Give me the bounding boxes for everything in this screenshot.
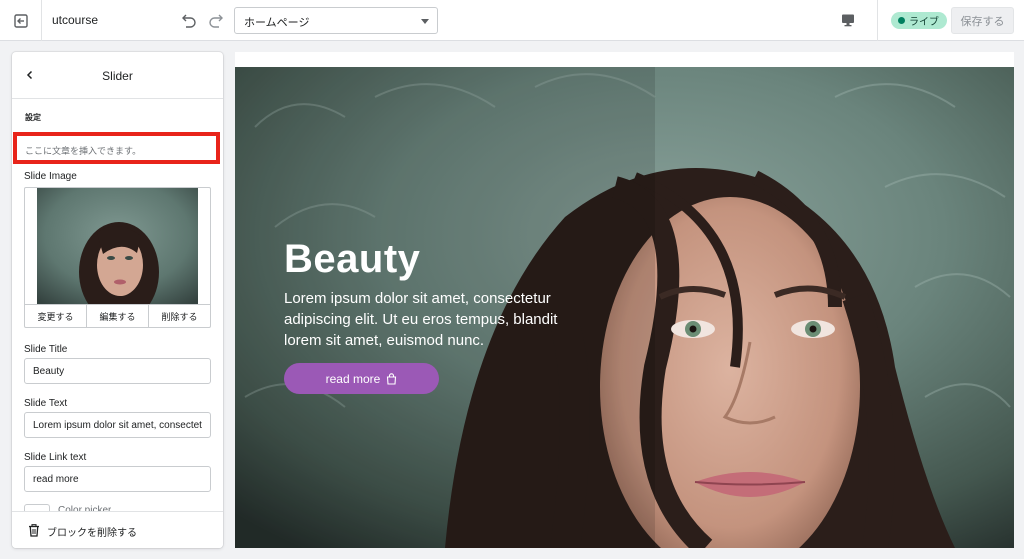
trash-icon [27,523,41,537]
redo-button[interactable] [205,9,227,31]
edit-image-button[interactable]: 編集する [87,305,149,328]
editor-topbar: utcourse ホームページ ライブ 保存する [0,0,1024,41]
hero-text: Lorem ipsum dolor sit amet, consectetur … [284,290,558,349]
delete-block-label: ブロックを削除する [47,528,137,539]
slide-link-input[interactable] [25,467,210,491]
shopping-bag-icon [387,372,397,385]
hero-title: Beauty [284,237,421,281]
desktop-icon [842,14,854,27]
chevron-down-icon [421,19,429,24]
topbar-divider [877,0,878,41]
exit-button[interactable] [0,0,42,41]
delete-block-button[interactable]: ブロックを削除する [12,511,223,548]
slide-title-label: Slide Title [24,344,68,355]
slide-text-field[interactable] [24,412,211,438]
store-preview: Beauty Lorem ipsum dolor sit amet, conse… [235,52,1014,548]
settings-sidebar: Slider 設定 ここに文章を挿入できます。 Slide Image 変更する… [12,52,223,548]
image-actions: 変更する 編集する 削除する [25,304,210,328]
text-insert-area[interactable]: ここに文章を挿入できます。 [13,132,220,164]
slide-title-field[interactable] [24,358,211,384]
slide-link-label: Slide Link text [24,452,87,463]
sidebar-title: Slider [102,69,133,83]
save-button[interactable]: 保存する [951,7,1014,34]
slide-image-thumbnail[interactable] [37,188,198,305]
slide-text-input[interactable] [25,413,210,437]
settings-section-label: 設定 [25,113,41,122]
live-status-badge: ライブ [891,12,947,29]
page-selector-value: ホームページ [244,17,310,29]
exit-icon [13,13,28,28]
slide-link-field[interactable] [24,466,211,492]
hero-read-more-button[interactable]: read more [284,363,439,394]
remove-image-button[interactable]: 削除する [149,305,210,328]
slide-text-label: Slide Text [24,398,68,409]
device-preview-button[interactable] [836,9,860,31]
sidebar-header: Slider [12,52,223,99]
store-name: utcourse [52,13,99,27]
text-insert-placeholder: ここに文章を挿入できます。 [25,146,142,156]
change-image-button[interactable]: 変更する [25,305,87,328]
slide-title-input[interactable] [25,359,210,383]
live-status-label: ライブ [909,17,939,28]
slide-image-picker: 変更する 編集する 削除する [24,187,211,328]
hero-slide: Beauty Lorem ipsum dolor sit amet, conse… [235,67,1014,548]
undo-button[interactable] [178,9,200,31]
redo-icon [209,14,223,28]
page-selector[interactable]: ホームページ [234,7,438,34]
undo-icon [182,14,196,28]
live-dot-icon [898,17,905,24]
slide-image-label: Slide Image [24,171,77,182]
hero-button-label: read more [325,371,381,386]
